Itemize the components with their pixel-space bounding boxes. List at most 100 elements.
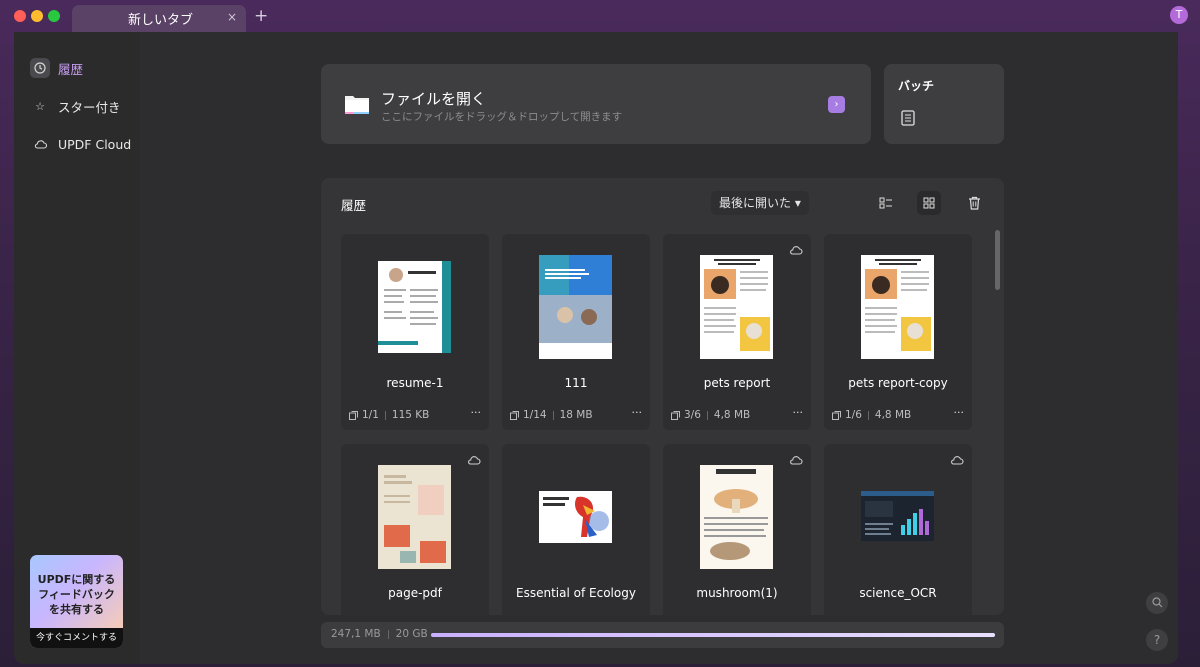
chevron-right-icon[interactable]: › [828,96,845,113]
new-tab-button[interactable]: + [254,6,268,26]
folder-icon [345,96,369,114]
tab-title: 新しいタブ [128,13,194,28]
file-thumbnail[interactable] [700,465,773,569]
minimize-window-button[interactable] [31,10,43,22]
title-bar: 新しいタブ × + T [0,0,1200,32]
divider [706,410,708,420]
storage-fill [431,633,995,637]
file-name: pets report-copy [848,376,948,390]
more-options-button[interactable]: ··· [793,406,804,419]
cloud-icon [30,134,50,154]
list-view-button[interactable] [874,191,898,215]
file-card[interactable]: resume-1 1/1 115 KB ··· [341,234,489,430]
close-window-button[interactable] [14,10,26,22]
search-button[interactable] [1146,592,1168,614]
file-thumbnail[interactable] [861,255,934,359]
app-window: 履歴 ☆ スター付き UPDF Cloud UPDFに関する フィードバック を… [14,32,1178,664]
file-card[interactable]: Essential of Ecology [502,444,650,615]
file-card[interactable]: science_OCR [824,444,972,615]
file-name: pets report [703,376,771,390]
scrollbar[interactable] [995,230,1000,290]
file-thumbnail[interactable] [700,255,773,359]
file-name: 111 [564,376,588,390]
more-options-button[interactable]: ··· [632,406,643,419]
file-thumbnail[interactable] [861,491,934,541]
file-name: resume-1 [386,376,444,390]
history-panel: 履歴 最後に開いた ▾ resume-1 1/1 115 KB ··· 111 1/14 1… [321,178,1004,615]
help-button[interactable]: ? [1146,629,1168,651]
grid-view-icon [923,197,935,209]
grid-view-button[interactable] [917,191,941,215]
tab-new[interactable]: 新しいタブ × [72,5,246,32]
open-file-card[interactable]: ファイルを開く ここにファイルをドラッグ＆ドロップして開きます › [321,64,871,144]
file-card[interactable]: pets report 3/6 4,8 MB ··· [663,234,811,430]
batch-icon [901,110,915,126]
file-meta: 3/6 4,8 MB [671,409,750,421]
feedback-text: UPDFに関する フィードバック を共有する [37,573,116,616]
sort-dropdown[interactable]: 最後に開いた ▾ [711,191,809,215]
clock-icon [30,58,50,78]
file-pages: 1/6 [845,409,862,421]
file-name: science_OCR [859,586,937,600]
file-size: 4,8 MB [713,409,751,421]
file-meta: 1/6 4,8 MB [832,409,911,421]
batch-title: バッチ [898,79,935,93]
more-options-button[interactable]: ··· [471,406,482,419]
file-size: 18 MB [559,409,593,421]
search-icon [1151,597,1162,608]
storage-total: 20 GB [395,628,428,640]
file-card[interactable]: mushroom(1) [663,444,811,615]
cloud-icon [467,450,481,465]
file-name: Essential of Ecology [516,586,636,600]
file-thumbnail[interactable] [539,491,612,543]
batch-card[interactable]: バッチ [884,64,1004,144]
divider [867,410,869,420]
feedback-banner[interactable]: UPDFに関する フィードバック を共有する 今すぐコメントする [30,555,123,648]
cloud-icon [950,450,964,465]
file-card[interactable]: pets report-copy 1/6 4,8 MB ··· [824,234,972,430]
file-name: page-pdf [388,586,442,600]
sidebar-item-history[interactable]: 履歴 [30,57,83,79]
maximize-window-button[interactable] [48,10,60,22]
divider [552,410,554,420]
pages-icon [832,410,841,420]
list-view-icon [879,197,892,209]
more-options-button[interactable]: ··· [954,406,965,419]
storage-used: 247,1 MB [331,628,381,640]
pages-icon [671,410,680,420]
tab-close-icon[interactable]: × [227,10,237,24]
divider [384,410,386,420]
sidebar-item-starred[interactable]: ☆ スター付き [30,95,121,117]
divider [387,629,389,639]
storage-bar: 247,1 MB 20 GB [321,622,1004,648]
file-pages: 1/1 [362,409,379,421]
file-thumbnail[interactable] [378,465,451,569]
sidebar-item-label: スター付き [58,99,121,115]
storage-track [431,633,995,637]
file-card[interactable]: page-pdf [341,444,489,615]
open-file-subtitle: ここにファイルをドラッグ＆ドロップして開きます [381,111,623,123]
avatar[interactable]: T [1170,6,1188,24]
trash-icon [968,196,980,210]
file-meta: 1/1 115 KB [349,409,429,421]
file-thumbnail[interactable] [378,261,451,353]
file-thumbnail[interactable] [539,255,612,359]
file-size: 115 KB [391,409,430,421]
sidebar-item-label: 履歴 [58,61,84,77]
star-icon: ☆ [35,99,45,113]
feedback-comment-button[interactable]: 今すぐコメントする [30,628,123,648]
file-meta: 1/14 18 MB [510,409,593,421]
open-file-title: ファイルを開く [381,90,487,108]
sidebar: 履歴 ☆ スター付き UPDF Cloud UPDFに関する フィードバック を… [14,32,140,664]
file-card[interactable]: 111 1/14 18 MB ··· [502,234,650,430]
file-pages: 1/14 [523,409,547,421]
history-title: 履歴 [341,198,367,213]
file-size: 4,8 MB [874,409,912,421]
sidebar-item-label: UPDF Cloud [58,136,132,152]
sidebar-item-cloud[interactable]: UPDF Cloud [30,133,131,155]
pages-icon [349,410,358,420]
cloud-icon [789,240,803,255]
pages-icon [510,410,519,420]
file-pages: 3/6 [684,409,701,421]
delete-button[interactable] [962,191,986,215]
